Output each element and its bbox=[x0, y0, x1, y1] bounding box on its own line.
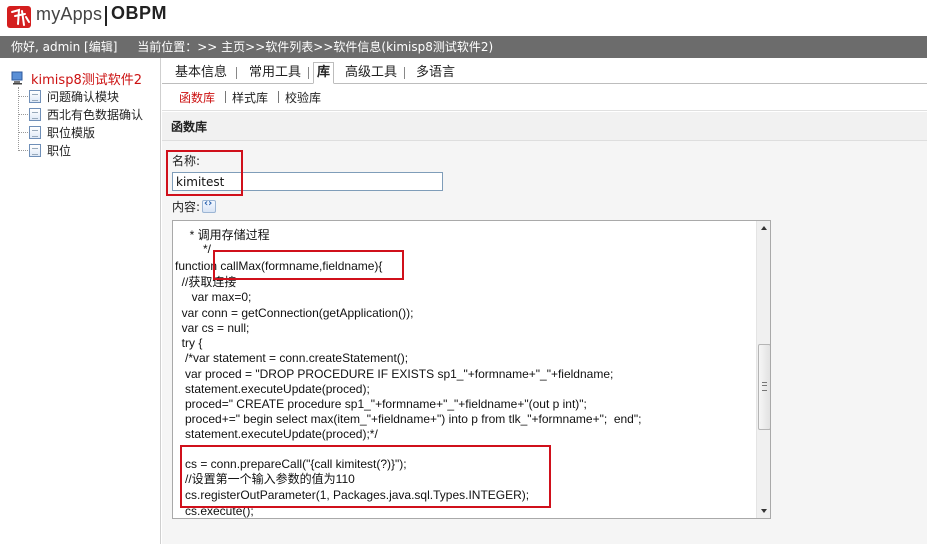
code-line: /*var statement = conn.createStatement()… bbox=[175, 351, 409, 365]
editor-scrollbar[interactable] bbox=[756, 221, 770, 518]
computer-icon bbox=[11, 71, 23, 85]
logo-icon bbox=[7, 6, 31, 28]
library-subtabs: 函数库 样式库 校验库 bbox=[162, 85, 927, 111]
code-line: cs.registerOutParameter(1, Packages.java… bbox=[175, 488, 530, 502]
app-header: myApps OBPM bbox=[0, 0, 927, 36]
scroll-up-arrow-icon[interactable] bbox=[757, 221, 770, 236]
code-line: statement.executeUpdate(proced);*/ bbox=[175, 427, 378, 441]
code-line: //获取连接 bbox=[175, 275, 237, 289]
document-icon bbox=[29, 143, 41, 157]
code-line: var proced = "DROP PROCEDURE IF EXISTS s… bbox=[175, 367, 614, 381]
document-icon bbox=[29, 89, 41, 103]
code-line: proced=" CREATE procedure sp1_"+formname… bbox=[175, 397, 587, 411]
subtab-validation-library[interactable]: 校验库 bbox=[285, 89, 321, 106]
code-line: try { bbox=[175, 336, 203, 350]
scroll-thumb[interactable] bbox=[758, 344, 770, 430]
code-line: */ bbox=[183, 242, 212, 256]
sidebar-tree: kimisp8测试软件2 问题确认模块 西北有色数据确认 职位模版 职位 bbox=[0, 58, 161, 544]
code-line: cs.execute(); bbox=[175, 504, 254, 518]
content-label: 内容: bbox=[172, 200, 201, 214]
subtab-style-library[interactable]: 样式库 bbox=[232, 89, 268, 106]
name-label: 名称: bbox=[172, 154, 201, 168]
code-line: statement.executeUpdate(proced); bbox=[175, 382, 370, 396]
product-name: OBPM bbox=[111, 3, 167, 23]
user-greeting[interactable]: 你好, admin [编辑] bbox=[11, 40, 117, 54]
code-line: function callMax(formname,fieldname){ bbox=[175, 259, 383, 273]
tree-root[interactable]: kimisp8测试软件2 bbox=[11, 69, 142, 88]
document-icon bbox=[29, 107, 41, 121]
tab-library[interactable]: 库 bbox=[313, 62, 335, 84]
tab-advanced-tools[interactable]: 高级工具 bbox=[345, 63, 397, 83]
tree-item-label: 西北有色数据确认 bbox=[47, 107, 144, 122]
document-icon bbox=[29, 125, 41, 139]
content-label-row: 内容: bbox=[172, 198, 217, 215]
subtab-function-library[interactable]: 函数库 bbox=[179, 89, 215, 106]
logo-text: myApps bbox=[36, 4, 103, 24]
name-field[interactable] bbox=[172, 172, 443, 191]
tab-multi-language[interactable]: 多语言 bbox=[416, 63, 455, 83]
section-header: 函数库 bbox=[162, 112, 927, 141]
tab-basic-info[interactable]: 基本信息 bbox=[175, 63, 227, 83]
code-line: //设置第一个输入参数的值为110 bbox=[175, 472, 355, 486]
scroll-down-arrow-icon[interactable] bbox=[757, 503, 770, 518]
main-tabs: 基本信息 常用工具 库 高级工具 多语言 bbox=[162, 60, 927, 84]
code-editor[interactable]: * 调用存储过程 */ function callMax(formname,fi… bbox=[172, 220, 771, 519]
code-line: * 调用存储过程 bbox=[183, 228, 270, 242]
tree-item-label: 问题确认模块 bbox=[47, 89, 120, 104]
expand-editor-icon[interactable] bbox=[202, 198, 217, 213]
code-line: var conn = getConnection(getApplication(… bbox=[175, 306, 414, 320]
tree-item[interactable]: 职位 bbox=[18, 141, 71, 159]
tree-item[interactable]: 职位模版 bbox=[18, 123, 95, 141]
tree-root-label: kimisp8测试软件2 bbox=[31, 72, 142, 88]
tree-item-label: 职位 bbox=[47, 143, 72, 158]
code-text[interactable]: * 调用存储过程 */ function callMax(formname,fi… bbox=[173, 221, 756, 518]
code-line: proced+=" begin select max(item_"+fieldn… bbox=[175, 412, 642, 426]
tree-item[interactable]: 西北有色数据确认 bbox=[18, 105, 143, 123]
tree-item[interactable]: 问题确认模块 bbox=[18, 87, 119, 105]
tab-common-tools[interactable]: 常用工具 bbox=[249, 63, 301, 83]
code-line: var cs = null; bbox=[175, 321, 250, 335]
code-line: var max=0; bbox=[175, 290, 252, 304]
section-title: 函数库 bbox=[171, 120, 208, 134]
breadcrumb: 当前位置：>> 主页>>软件列表>>软件信息(kimisp8测试软件2) bbox=[137, 40, 494, 54]
code-line: cs = conn.prepareCall("{call kimitest(?)… bbox=[175, 457, 407, 471]
status-bar: 你好, admin [编辑] 当前位置：>> 主页>>软件列表>>软件信息(ki… bbox=[0, 36, 927, 58]
logo-divider bbox=[105, 6, 107, 26]
tree-item-label: 职位模版 bbox=[47, 125, 96, 140]
